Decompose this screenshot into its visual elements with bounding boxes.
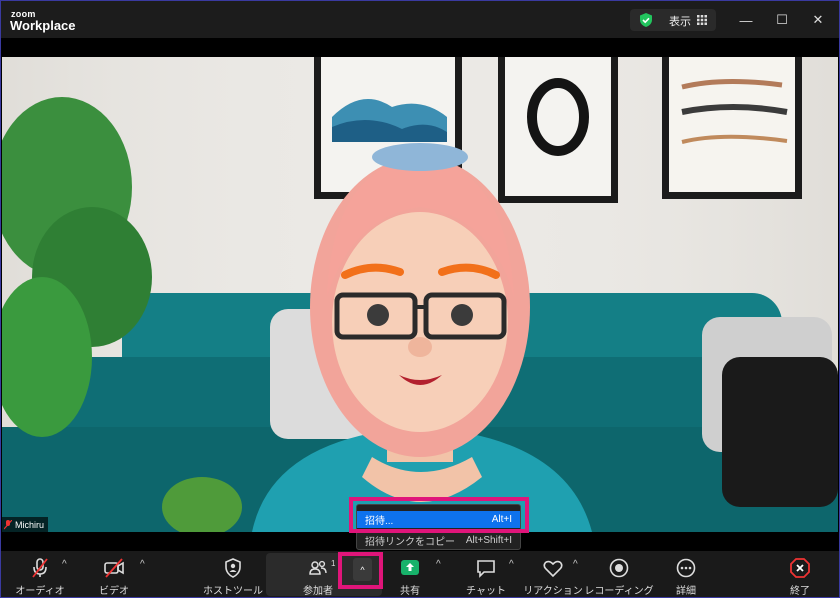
more-dots-icon bbox=[676, 558, 696, 578]
audio-label: オーディオ bbox=[15, 586, 65, 597]
share-options-caret[interactable]: ^ bbox=[436, 559, 441, 570]
participant-name-tag: Michiru bbox=[2, 517, 49, 532]
heart-icon bbox=[543, 560, 563, 578]
app-logo: Workplace bbox=[10, 18, 76, 33]
menu-item-copy-invite-link[interactable]: 招待リンクをコピー Alt+Shift+I bbox=[357, 532, 520, 549]
minimize-button[interactable]: — bbox=[736, 10, 756, 30]
video-off-icon bbox=[104, 558, 124, 578]
chat-label: チャット bbox=[466, 586, 506, 597]
close-window-button[interactable]: ✕ bbox=[808, 10, 828, 30]
audio-button[interactable]: オーディオ bbox=[15, 551, 65, 598]
end-label: 終了 bbox=[790, 586, 810, 597]
title-bar: zoom Workplace 表示 — ☐ ✕ bbox=[0, 0, 840, 38]
recording-label: レコーディング bbox=[584, 586, 654, 597]
share-button[interactable]: 共有 bbox=[392, 551, 428, 598]
menu-item-copy-label: 招待リンクをコピー bbox=[365, 537, 455, 548]
end-icon bbox=[790, 558, 810, 578]
recording-button[interactable]: レコーディング bbox=[584, 551, 654, 598]
muted-mic-icon bbox=[32, 558, 48, 578]
video-feed: Michiru bbox=[2, 57, 838, 532]
audio-options-caret[interactable]: ^ bbox=[62, 559, 67, 570]
participants-label: 参加者 bbox=[303, 586, 333, 597]
view-label: 表示 bbox=[669, 16, 691, 28]
menu-item-copy-shortcut: Alt+Shift+I bbox=[465, 535, 512, 546]
caret-highlight-box bbox=[338, 552, 383, 589]
video-options-caret[interactable]: ^ bbox=[140, 559, 145, 570]
top-spacer bbox=[0, 38, 840, 57]
video-button[interactable]: ビデオ bbox=[94, 551, 134, 598]
more-label: 詳細 bbox=[676, 586, 696, 597]
meeting-toolbar: オーディオ ^ ビデオ ^ ホストツール 参加者 1 共有 ^ チャット ^ リ… bbox=[0, 551, 840, 598]
host-tools-label: ホストツール bbox=[203, 586, 263, 597]
host-tools-button[interactable]: ホストツール bbox=[203, 551, 263, 598]
chat-options-caret[interactable]: ^ bbox=[509, 559, 514, 570]
shield-icon bbox=[225, 558, 241, 578]
participants-icon bbox=[309, 560, 327, 575]
share-screen-icon bbox=[401, 560, 419, 575]
grid-icon bbox=[697, 15, 707, 25]
participants-count: 1 bbox=[331, 559, 336, 568]
more-button[interactable]: 詳細 bbox=[668, 551, 704, 598]
chat-button[interactable]: チャット bbox=[466, 551, 506, 598]
record-icon bbox=[609, 558, 629, 578]
maximize-button[interactable]: ☐ bbox=[772, 10, 792, 30]
muted-mic-icon bbox=[4, 519, 12, 529]
view-button[interactable]: 表示 bbox=[630, 9, 716, 31]
video-label: ビデオ bbox=[99, 586, 129, 597]
share-label: 共有 bbox=[400, 586, 420, 597]
chat-icon bbox=[477, 560, 495, 578]
menu-highlight-box bbox=[349, 497, 529, 533]
reactions-options-caret[interactable]: ^ bbox=[573, 559, 578, 570]
security-shield-icon bbox=[640, 13, 652, 27]
participant-name: Michiru bbox=[15, 519, 45, 530]
reactions-button[interactable]: リアクション bbox=[523, 551, 583, 598]
reactions-label: リアクション bbox=[523, 586, 583, 597]
end-meeting-button[interactable]: 終了 bbox=[782, 551, 818, 598]
avatar-video-image bbox=[2, 57, 838, 532]
